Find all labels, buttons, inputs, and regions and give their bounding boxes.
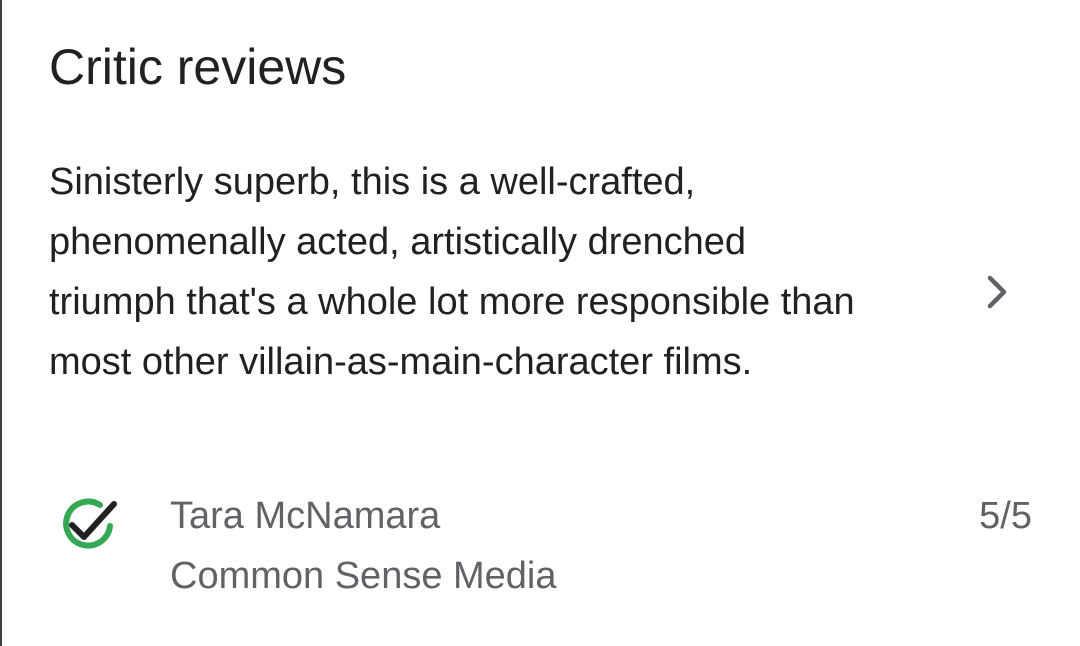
section-title: Critic reviews <box>49 39 347 95</box>
critic-name: Tara McNamara <box>170 495 441 537</box>
publication-name: Common Sense Media <box>170 555 557 597</box>
reviewer-info: Tara McNamara Common Sense Media 5/5 <box>0 480 1080 610</box>
chevron-right-icon[interactable] <box>980 274 1016 310</box>
review-quote: Sinisterly superb, this is a well-crafte… <box>49 161 855 383</box>
review-card[interactable]: Sinisterly superb, this is a well-crafte… <box>0 140 1080 480</box>
check-circle-icon <box>63 498 117 549</box>
review-score: 5/5 <box>979 495 1032 537</box>
